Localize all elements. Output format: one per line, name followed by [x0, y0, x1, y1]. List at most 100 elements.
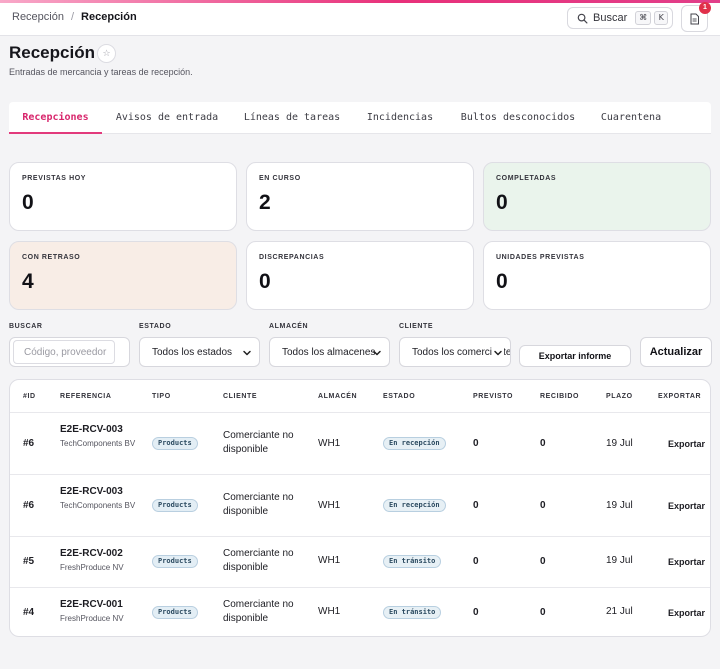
- type-badge: Products: [152, 606, 198, 619]
- status-badge: En tránsito: [383, 606, 442, 619]
- stat-value: 0: [22, 191, 34, 214]
- row-reference-code[interactable]: E2E-RCV-003: [60, 486, 140, 497]
- search-icon: [577, 13, 588, 23]
- tab-lineas-de-tareas[interactable]: Líneas de tareas: [235, 102, 349, 134]
- column-header-referencia: REFERENCIA: [60, 393, 112, 400]
- table-row[interactable]: #6 E2E-RCV-003 TechComponents BV Product…: [10, 412, 710, 474]
- stat-value: 4: [22, 270, 34, 293]
- tab-cuarentena[interactable]: Cuarentena: [595, 102, 667, 134]
- row-client: Comerciante no disponible: [223, 430, 294, 455]
- filter-label-almacen: ALMACÉN: [269, 323, 309, 330]
- table-row[interactable]: #6 E2E-RCV-003 TechComponents BV Product…: [10, 474, 710, 536]
- top-bar: Recepción / Recepción Buscar ⌘ K 1: [0, 2, 720, 36]
- page-title: Recepción: [9, 43, 95, 62]
- refresh-button[interactable]: Actualizar: [640, 337, 712, 367]
- row-reference: E2E-RCV-003 TechComponents BV: [60, 486, 140, 512]
- column-header-tipo: TIPO: [152, 393, 171, 400]
- row-expected: 0: [473, 438, 479, 449]
- stat-card-completadas: COMPLETADAS 0: [483, 162, 711, 231]
- row-client: Comerciante no disponible: [223, 548, 294, 573]
- row-client: Comerciante no disponible: [223, 492, 294, 517]
- row-reference-code[interactable]: E2E-RCV-003: [60, 424, 140, 435]
- row-reference: E2E-RCV-002 FreshProduce NV: [60, 548, 150, 574]
- row-expected: 0: [473, 556, 479, 567]
- row-deadline: 19 Jul: [606, 555, 633, 566]
- breadcrumb-separator: /: [70, 11, 75, 23]
- estado-select-value: Todos los estados: [152, 346, 233, 358]
- tab-avisos-de-entrada[interactable]: Avisos de entrada: [107, 102, 227, 134]
- tab-recepciones[interactable]: Recepciones: [9, 102, 102, 134]
- stat-card-previstas-hoy: PREVISTAS HOY 0: [9, 162, 237, 231]
- column-header-id: #ID: [23, 393, 36, 400]
- row-status: En recepción: [383, 499, 446, 512]
- row-reference-code[interactable]: E2E-RCV-001: [60, 599, 150, 610]
- row-export-button[interactable]: Exportar: [668, 439, 705, 449]
- row-warehouse: WH1: [318, 500, 341, 511]
- page-subtitle: Entradas de mercancia y tareas de recepc…: [9, 67, 193, 77]
- row-export-button[interactable]: Exportar: [668, 557, 705, 567]
- row-warehouse: WH1: [318, 606, 341, 617]
- column-header-cliente: CLIENTE: [223, 393, 258, 400]
- stat-label: CON RETRASO: [22, 254, 81, 261]
- column-header-previsto: PREVISTO: [473, 393, 514, 400]
- row-warehouse: WH1: [318, 555, 341, 566]
- status-badge: En recepción: [383, 499, 446, 512]
- stat-card-con-retraso: CON RETRASO 4: [9, 241, 237, 310]
- column-header-almacen: ALMACÉN: [318, 393, 358, 400]
- table-row[interactable]: #5 E2E-RCV-002 FreshProduce NV Products …: [10, 536, 710, 587]
- row-deadline: 19 Jul: [606, 500, 633, 511]
- row-reference-code[interactable]: E2E-RCV-002: [60, 548, 150, 559]
- row-supplier: FreshProduce NV: [60, 614, 124, 623]
- stat-value: 2: [259, 191, 271, 214]
- row-type: Products: [152, 555, 198, 568]
- row-export-button[interactable]: Exportar: [668, 608, 705, 618]
- stat-label: COMPLETADAS: [496, 175, 557, 182]
- type-badge: Products: [152, 437, 198, 450]
- tab-incidencias[interactable]: Incidencias: [359, 102, 441, 134]
- row-supplier: FreshProduce NV: [60, 563, 124, 572]
- cliente-select[interactable]: Todos los comerciantes: [399, 337, 511, 367]
- row-warehouse: WH1: [318, 438, 341, 449]
- tab-bultos-desconocidos[interactable]: Bultos desconocidos: [453, 102, 583, 134]
- estado-select[interactable]: Todos los estados: [139, 337, 260, 367]
- chevron-down-icon: [373, 350, 381, 356]
- stat-label: DISCREPANCIAS: [259, 254, 325, 261]
- row-export-button[interactable]: Exportar: [668, 501, 705, 511]
- row-type: Products: [152, 437, 198, 450]
- status-badge: En recepción: [383, 437, 446, 450]
- table-row[interactable]: #4 E2E-RCV-001 FreshProduce NV Products …: [10, 587, 710, 636]
- row-expected: 0: [473, 500, 479, 511]
- row-client: Comerciante no disponible: [223, 599, 294, 624]
- row-type: Products: [152, 606, 198, 619]
- search-input[interactable]: Código, proveedor: [13, 340, 115, 364]
- row-status: En tránsito: [383, 606, 442, 619]
- row-received: 0: [540, 607, 546, 618]
- breadcrumb-item-root[interactable]: Recepción: [12, 11, 64, 23]
- row-supplier: TechComponents BV: [60, 439, 136, 448]
- column-header-estado: ESTADO: [383, 393, 416, 400]
- shortcut-key-k: K: [654, 11, 669, 25]
- type-badge: Products: [152, 499, 198, 512]
- stat-card-en-curso: EN CURSO 2: [246, 162, 474, 231]
- stat-label: UNIDADES PREVISTAS: [496, 254, 585, 261]
- filter-label-cliente: CLIENTE: [399, 323, 434, 330]
- column-header-exportar: EXPORTAR: [658, 393, 702, 400]
- favorite-star-icon[interactable]: ☆: [97, 44, 116, 63]
- almacen-select-value: Todos los almacenes: [282, 346, 376, 358]
- filter-label-buscar: BUSCAR: [9, 323, 43, 330]
- stat-value: 0: [496, 270, 508, 293]
- notification-badge: 1: [699, 2, 711, 14]
- column-header-plazo: PLAZO: [606, 393, 633, 400]
- row-id: #6: [23, 500, 35, 511]
- stat-value: 0: [496, 191, 508, 214]
- notifications-button[interactable]: 1: [681, 2, 711, 32]
- export-report-button[interactable]: Exportar informe: [519, 345, 631, 367]
- stat-label: EN CURSO: [259, 175, 301, 182]
- status-badge: En tránsito: [383, 555, 442, 568]
- global-search-button[interactable]: Buscar ⌘ K: [567, 7, 673, 29]
- shortcut-key-cmd: ⌘: [635, 11, 652, 25]
- document-icon: [690, 13, 699, 24]
- almacen-select[interactable]: Todos los almacenes: [269, 337, 390, 367]
- stat-label: PREVISTAS HOY: [22, 175, 87, 182]
- row-type: Products: [152, 499, 198, 512]
